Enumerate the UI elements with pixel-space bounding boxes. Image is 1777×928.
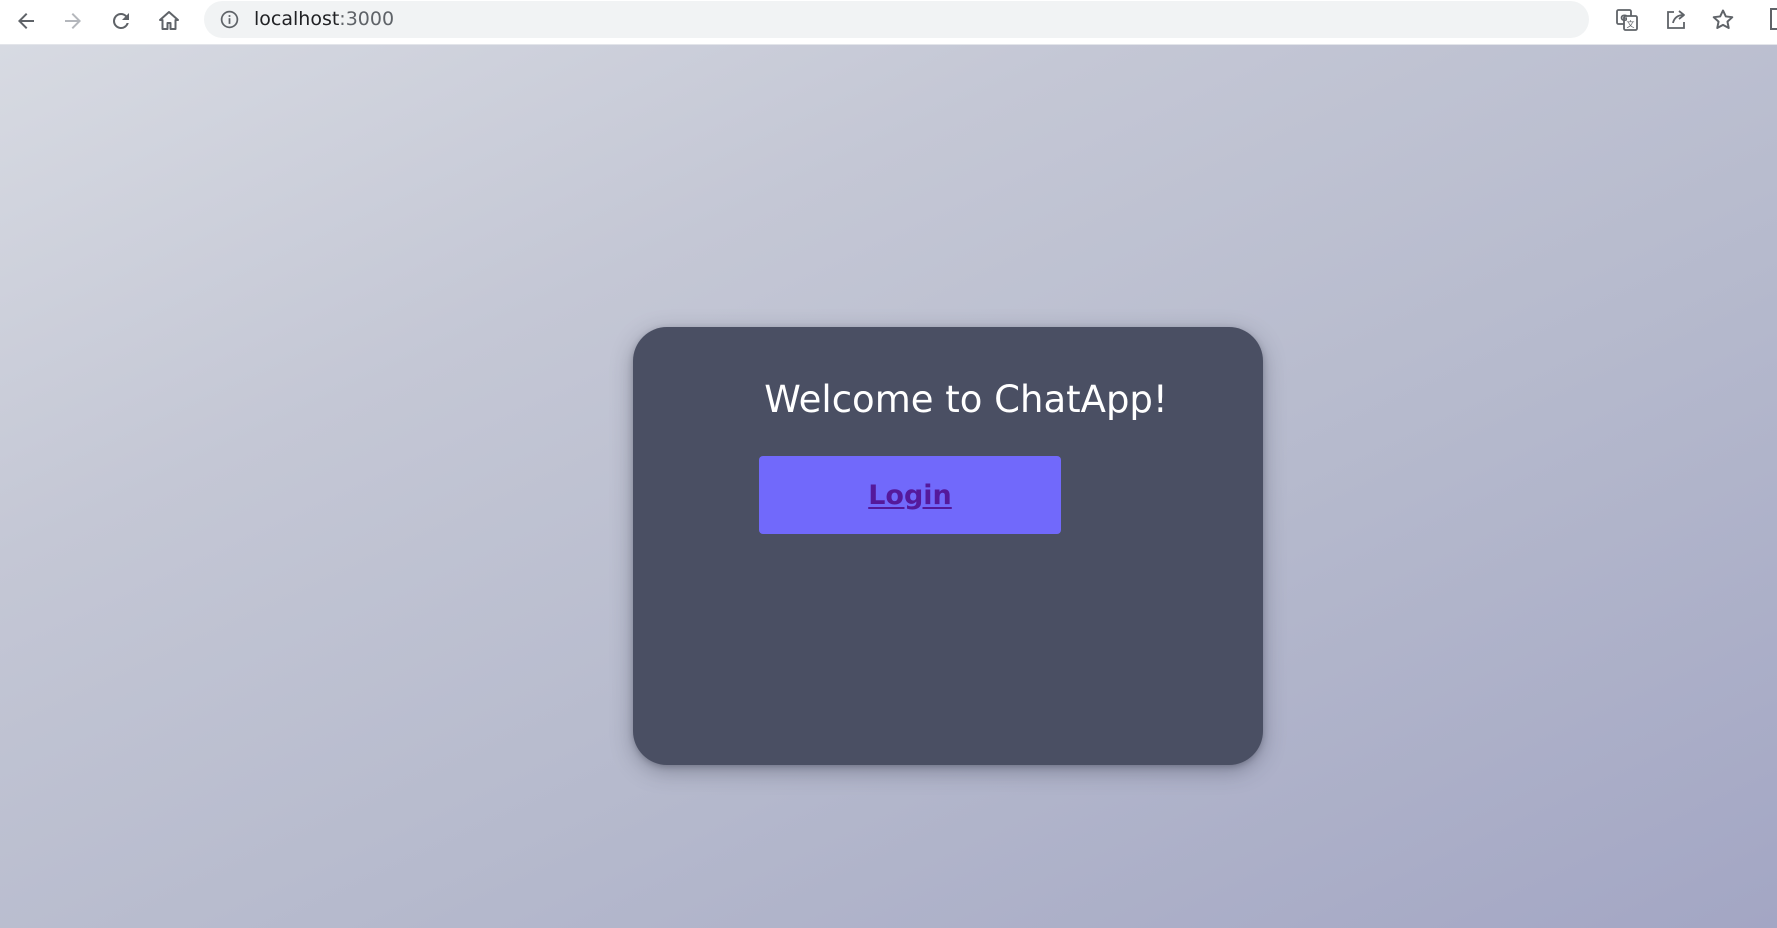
browser-toolbar: localhost:3000 G 文 <box>0 0 1777 45</box>
reload-icon <box>113 13 129 29</box>
home-icon <box>159 11 179 30</box>
address-port: :3000 <box>339 8 395 30</box>
star-icon <box>1712 9 1734 29</box>
welcome-card: Welcome to ChatApp! Login <box>633 327 1263 765</box>
login-button[interactable]: Login <box>759 456 1061 534</box>
side-panel-icon[interactable] <box>1770 8 1777 30</box>
share-icon <box>1667 10 1685 29</box>
back-button[interactable] <box>8 3 44 39</box>
address-bar[interactable]: localhost:3000 <box>204 1 1589 38</box>
share-button[interactable] <box>1659 3 1693 37</box>
bookmark-button[interactable] <box>1706 3 1740 37</box>
page-background: Welcome to ChatApp! Login <box>0 45 1777 928</box>
arrow-left-icon <box>18 13 34 29</box>
arrow-right-icon <box>65 13 81 29</box>
login-button-label: Login <box>868 479 952 511</box>
info-icon[interactable] <box>219 9 240 30</box>
address-host: localhost <box>254 8 340 30</box>
forward-button[interactable] <box>55 3 91 39</box>
page-title: Welcome to ChatApp! <box>764 378 1168 421</box>
reload-button[interactable] <box>103 3 139 39</box>
address-url[interactable]: localhost:3000 <box>254 7 394 31</box>
svg-text:文: 文 <box>1627 19 1635 29</box>
translate-button[interactable]: G 文 <box>1610 3 1644 37</box>
home-button[interactable] <box>151 3 187 39</box>
translate-icon: G 文 <box>1616 9 1638 31</box>
